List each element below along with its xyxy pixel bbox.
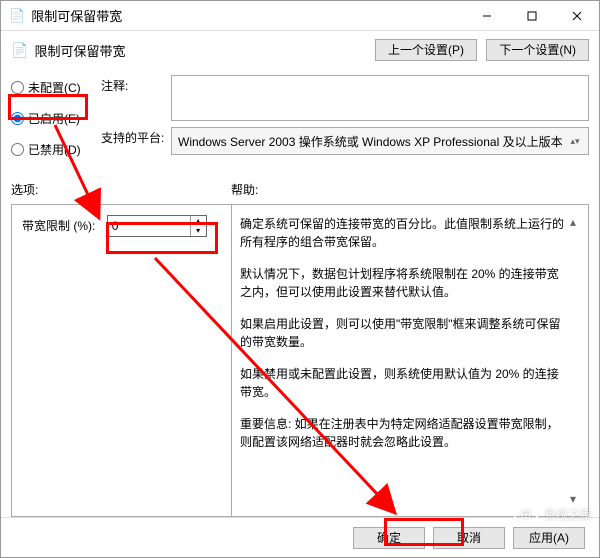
comment-label: 注释: <box>101 75 171 121</box>
header-title: 限制可保留带宽 <box>34 41 125 60</box>
radio-disabled-label: 已禁用(D) <box>28 141 81 158</box>
maximize-button[interactable] <box>509 2 554 30</box>
app-icon: 📄 <box>9 8 25 24</box>
spinner-up-icon[interactable]: ▴ <box>191 216 206 226</box>
platform-label: 支持的平台: <box>101 127 171 155</box>
radio-disabled[interactable]: 已禁用(D) <box>11 141 101 158</box>
apply-button[interactable]: 应用(A) <box>513 527 585 549</box>
platform-text: Windows Server 2003 操作系统或 Windows XP Pro… <box>178 133 563 150</box>
help-p5: 重要信息: 如果在注册表中为特定网络适配器设置带宽限制，则配置该网络适配器时就会… <box>240 415 566 451</box>
header-row: 📄 限制可保留带宽 上一个设置(P) 下一个设置(N) <box>1 31 599 69</box>
bandwidth-limit-label: 带宽限制 (%): <box>22 217 95 234</box>
help-panel: 确定系统可保留的连接带宽的百分比。此值限制系统上运行的所有程序的组合带宽保留。 … <box>231 204 589 517</box>
ok-button[interactable]: 确定 <box>353 527 425 549</box>
dialog-footer: 确定 取消 应用(A) <box>1 517 599 557</box>
cancel-button[interactable]: 取消 <box>433 527 505 549</box>
radio-not-configured[interactable]: 未配置(C) <box>11 79 101 96</box>
bandwidth-spinner[interactable]: ▴ ▾ <box>107 215 207 237</box>
help-p1: 确定系统可保留的连接带宽的百分比。此值限制系统上运行的所有程序的组合带宽保留。 <box>240 215 566 251</box>
help-label: 帮助: <box>231 181 589 198</box>
watermark: ⊞ 系统之家 <box>514 502 592 526</box>
next-setting-button[interactable]: 下一个设置(N) <box>486 39 589 61</box>
help-p4: 如果禁用或未配置此设置，则系统使用默认值为 20% 的连接带宽。 <box>240 365 566 401</box>
platform-box: Windows Server 2003 操作系统或 Windows XP Pro… <box>171 127 589 155</box>
platform-scroll[interactable]: ▴▾ <box>568 136 582 147</box>
help-p2: 默认情况下，数据包计划程序将系统限制在 20% 的连接带宽之内，但可以使用此设置… <box>240 265 566 301</box>
prev-setting-button[interactable]: 上一个设置(P) <box>375 39 477 61</box>
radio-enabled-label: 已启用(E) <box>28 110 80 127</box>
radio-enabled-input[interactable] <box>11 112 24 125</box>
radio-disabled-input[interactable] <box>11 143 24 156</box>
watermark-icon: ⊞ <box>514 502 538 526</box>
options-label: 选项: <box>11 181 231 198</box>
help-p3: 如果启用此设置，则可以使用"带宽限制"框来调整系统可保留的带宽数量。 <box>240 315 566 351</box>
options-panel: 带宽限制 (%): ▴ ▾ <box>11 204 231 517</box>
state-radio-group: 未配置(C) 已启用(E) 已禁用(D) <box>11 75 101 158</box>
radio-enabled[interactable]: 已启用(E) <box>11 110 101 127</box>
help-scroll[interactable]: ▴▾ <box>566 215 580 506</box>
window-title: 限制可保留带宽 <box>31 6 464 25</box>
bandwidth-input[interactable] <box>108 216 190 236</box>
spinner-down-icon[interactable]: ▾ <box>191 226 206 236</box>
watermark-text: 系统之家 <box>544 506 592 523</box>
radio-not-configured-input[interactable] <box>11 81 24 94</box>
radio-not-configured-label: 未配置(C) <box>28 79 81 96</box>
minimize-button[interactable] <box>464 2 509 30</box>
comment-textarea[interactable] <box>171 75 589 121</box>
title-bar: 📄 限制可保留带宽 <box>1 1 599 31</box>
policy-icon: 📄 <box>11 42 28 59</box>
close-button[interactable] <box>554 2 599 30</box>
